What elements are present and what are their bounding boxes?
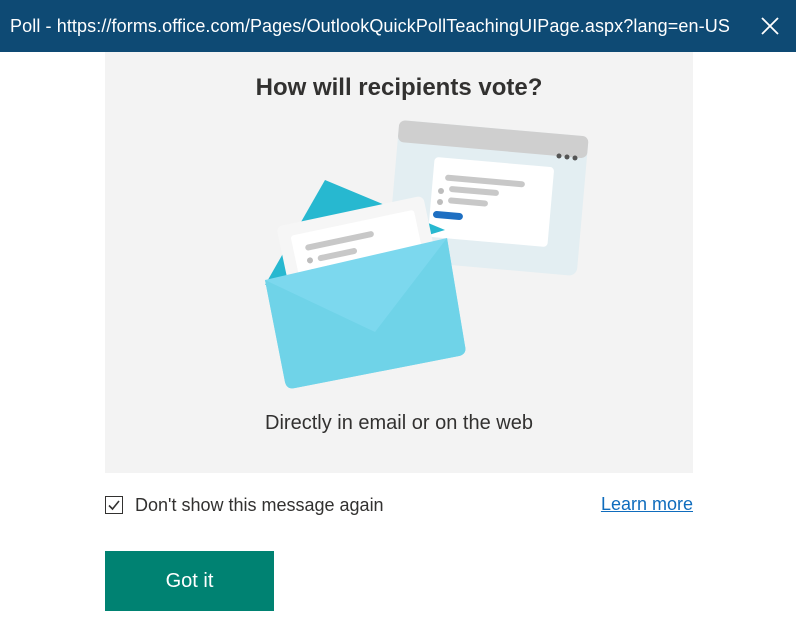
teaching-panel: How will recipients vote? Directly in em… bbox=[105, 52, 693, 473]
window-title: Poll - https://forms.office.com/Pages/Ou… bbox=[10, 16, 730, 36]
close-icon bbox=[761, 17, 779, 35]
dont-show-again-checkbox-row[interactable]: Don't show this message again bbox=[105, 492, 384, 518]
learn-more-link[interactable]: Learn more bbox=[601, 494, 693, 515]
got-it-button[interactable]: Got it bbox=[105, 551, 274, 611]
dont-show-again-checkbox[interactable] bbox=[105, 496, 123, 514]
close-button[interactable] bbox=[744, 0, 796, 52]
panel-subtitle: Directly in email or on the web bbox=[265, 412, 533, 434]
email-and-web-poll-illustration bbox=[265, 120, 589, 389]
window-titlebar: Poll - https://forms.office.com/Pages/Ou… bbox=[0, 0, 796, 52]
dont-show-again-label: Don't show this message again bbox=[135, 494, 384, 515]
panel-heading: How will recipients vote? bbox=[255, 74, 543, 101]
checkmark-icon bbox=[108, 500, 120, 511]
